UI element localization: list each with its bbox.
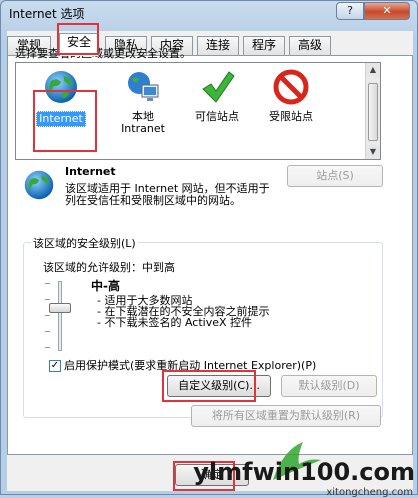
selected-zone-globe-icon bbox=[24, 170, 54, 200]
zone-trusted-sites[interactable]: 可信站点 bbox=[182, 69, 252, 123]
tab-connections[interactable]: 连接 bbox=[197, 36, 239, 55]
tab-strip: 常规 安全 隐私 内容 连接 程序 高级 bbox=[7, 33, 413, 56]
zone-trusted-sites-label: 可信站点 bbox=[195, 110, 239, 123]
globe-icon bbox=[45, 71, 77, 103]
tab-programs[interactable]: 程序 bbox=[243, 36, 285, 55]
allowed-levels-text: 该区域的允许级别：中到高 bbox=[43, 261, 175, 274]
help-button[interactable]: ? bbox=[336, 2, 364, 20]
watermark-sub: xitongcheng.com bbox=[326, 487, 413, 498]
security-level-slider-track[interactable] bbox=[58, 281, 62, 351]
reset-all-zones-button[interactable]: 将所有区域重置为默认级别(R) bbox=[191, 405, 381, 427]
protected-mode-option[interactable]: ✓ 启用保护模式(要求重新启动 Internet Explorer)(P) bbox=[49, 357, 316, 373]
close-button[interactable]: ✕ bbox=[364, 2, 410, 20]
scroll-up-arrow-icon[interactable]: ▲ bbox=[366, 63, 380, 77]
zone-list[interactable]: Internet 本地 Intranet 可信站点 受限站点 ▲ ▼ bbox=[15, 62, 381, 160]
zone-local-intranet-label: 本地 Intranet bbox=[121, 110, 165, 135]
scroll-down-arrow-icon[interactable]: ▼ bbox=[366, 145, 380, 159]
default-level-button[interactable]: 默认级别(D) bbox=[281, 375, 377, 397]
security-level-name: 中-高 bbox=[91, 279, 120, 293]
tab-advanced[interactable]: 高级 bbox=[289, 36, 331, 55]
security-level-title: 该区域的安全级别(L) bbox=[31, 235, 138, 251]
zone-list-scrollbar[interactable]: ▲ ▼ bbox=[365, 63, 380, 159]
internet-options-dialog: Internet 选项 ? ✕ 常规 安全 隐私 内容 连接 程序 高级 选择要… bbox=[0, 0, 418, 498]
sites-button[interactable]: 站点(S) bbox=[287, 165, 383, 187]
zone-restricted-sites[interactable]: 受限站点 bbox=[256, 69, 326, 123]
watermark-main: ylmfwin100.com bbox=[193, 458, 415, 486]
selected-zone-description: 该区域适用于 Internet 网站，但不适用于列在受信任和受限制区域中的网站。 bbox=[65, 182, 270, 207]
zone-restricted-sites-label: 受限站点 bbox=[269, 110, 313, 123]
protected-mode-label: 启用保护模式(要求重新启动 Internet Explorer)(P) bbox=[64, 359, 317, 372]
scroll-thumb[interactable] bbox=[368, 83, 378, 141]
watermark: ylmfwin100.com xitongcheng.com bbox=[193, 458, 415, 498]
zone-internet[interactable]: Internet bbox=[26, 69, 96, 127]
custom-level-button[interactable]: 自定义级别(C)... bbox=[167, 375, 271, 397]
security-level-slider-thumb[interactable] bbox=[49, 303, 71, 313]
intranet-icon bbox=[128, 72, 159, 101]
no-entry-icon bbox=[273, 69, 309, 105]
selected-zone-name: Internet bbox=[65, 165, 116, 178]
title-bar[interactable]: Internet 选项 ? ✕ bbox=[1, 1, 417, 27]
tab-security[interactable]: 安全 bbox=[59, 33, 99, 56]
security-level-description: - 适用于大多数网站 - 在下载潜在的不安全内容之前提示 - 不下载未签名的 A… bbox=[97, 295, 269, 328]
window-title: Internet 选项 bbox=[9, 7, 85, 21]
checkmark-icon bbox=[202, 71, 235, 103]
zone-local-intranet[interactable]: 本地 Intranet bbox=[108, 69, 178, 135]
protected-mode-checkbox[interactable]: ✓ bbox=[49, 360, 61, 372]
zone-internet-label: Internet bbox=[36, 111, 86, 127]
zone-instruction: 选择要查看的区域或更改安全设置。 bbox=[15, 47, 191, 60]
level-item: - 不下载未签名的 ActiveX 控件 bbox=[97, 316, 253, 329]
